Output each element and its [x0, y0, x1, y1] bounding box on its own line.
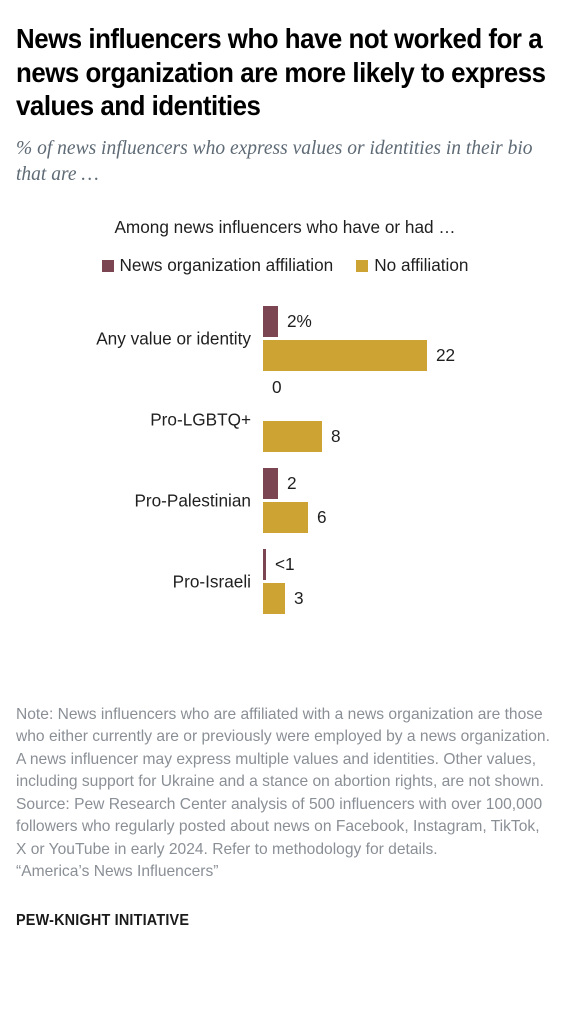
- chart-group-bars: Pro-Palestinian 2 6: [134, 460, 554, 541]
- square-swatch-icon: [101, 259, 114, 272]
- chart-subtitle: % of news influencers who express values…: [16, 137, 533, 185]
- chart-group-bars: Any value or identity 2% 22: [96, 298, 554, 379]
- page-title: News influencers who have not worked for…: [16, 23, 546, 122]
- bar-affiliated[interactable]: [263, 306, 278, 338]
- bar-row-no-affiliation: 8: [263, 421, 341, 453]
- legend-item-no-affiliation[interactable]: No affiliation: [356, 255, 468, 276]
- infographic-page: News influencers who have not worked for…: [0, 0, 570, 1024]
- footnote-source: Source: Pew Research Center analysis of …: [16, 795, 543, 858]
- bar-value-no-affiliation: 8: [331, 426, 341, 447]
- chart-group-pro-palestinian: Pro-Palestinian 2 6: [16, 460, 554, 541]
- bar-value-no-affiliation: 22: [436, 345, 456, 366]
- category-label: Any value or identity: [96, 328, 251, 349]
- bar-value-affiliated: 0: [272, 377, 282, 398]
- bar-row-affiliated: 2%: [263, 306, 312, 338]
- chart-group-any-value-or-identity: Any value or identity 2% 22: [16, 298, 554, 379]
- chart-group-bars: Pro-Israeli <1 3: [173, 541, 554, 622]
- bar-row-affiliated: <1: [263, 549, 295, 581]
- footnote-report-title: “America’s News Influencers”: [16, 863, 219, 881]
- bar-affiliated[interactable]: [263, 468, 278, 500]
- bar-value-affiliated: 2%: [287, 311, 312, 332]
- bar-row-affiliated: 0: [263, 377, 282, 418]
- bar-no-affiliation[interactable]: [263, 502, 308, 534]
- brand-logo-pew-knight-initiative: PEW-KNIGHT INITIATIVE: [16, 911, 190, 929]
- chart-footer: Note: News influencers who are affiliate…: [16, 704, 554, 930]
- legend-heading: Among news influencers who have or had …: [114, 216, 456, 237]
- legend-item-news-organization-affiliation[interactable]: News organization affiliation: [101, 255, 334, 276]
- bar-no-affiliation[interactable]: [263, 583, 285, 615]
- chart-group-pro-lgbtq: Pro-LGBTQ+ 0 8: [16, 377, 554, 460]
- legend-item-label: No affiliation: [374, 255, 469, 276]
- bar-no-affiliation[interactable]: [263, 421, 322, 453]
- bar-value-no-affiliation: 6: [317, 507, 327, 528]
- chart-group-pro-israeli: Pro-Israeli <1 3: [16, 541, 554, 622]
- bar-value-affiliated: 2: [287, 473, 297, 494]
- chart-group-bars: Pro-LGBTQ+ 0 8: [150, 377, 554, 460]
- legend-items: News organization affiliation No affilia…: [16, 255, 554, 276]
- category-label: Pro-LGBTQ+: [150, 409, 251, 430]
- category-label: Pro-Israeli: [172, 571, 251, 592]
- bar-affiliated[interactable]: [263, 549, 266, 581]
- footnote-note: Note: News influencers who are affiliate…: [16, 706, 550, 791]
- bar-row-affiliated: 2: [263, 468, 297, 500]
- bar-row-no-affiliation: 6: [263, 502, 327, 534]
- bar-value-no-affiliation: 3: [294, 588, 304, 609]
- square-swatch-icon: [356, 259, 369, 272]
- legend-item-label: News organization affiliation: [119, 255, 334, 276]
- bar-row-no-affiliation: 22: [263, 340, 456, 372]
- bar-no-affiliation[interactable]: [263, 340, 427, 372]
- bar-row-no-affiliation: 3: [263, 583, 304, 615]
- bar-value-affiliated: <1: [275, 554, 295, 575]
- category-label: Pro-Palestinian: [134, 490, 251, 511]
- bar-chart: Any value or identity 2% 22 Pro-LGBTQ+ 0: [16, 298, 554, 622]
- chart-legend: Among news influencers who have or had ……: [16, 216, 554, 276]
